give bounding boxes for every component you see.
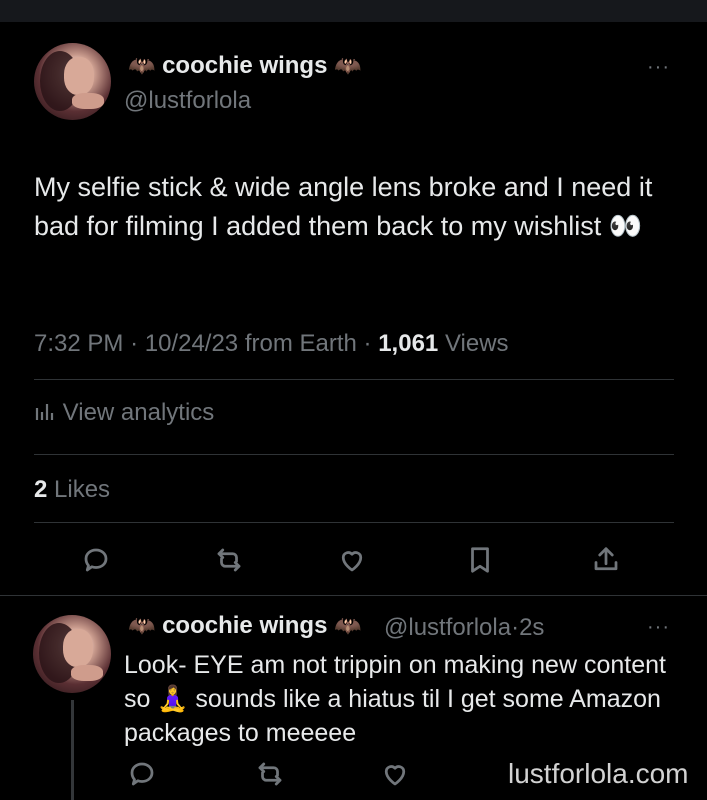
tweet-date[interactable]: 10/24/23 [145, 330, 238, 357]
bat-emoji-icon: 🦇 [334, 613, 362, 638]
reply-icon [84, 548, 108, 572]
like-button[interactable] [334, 542, 370, 578]
retweet-button[interactable] [211, 542, 247, 578]
divider [34, 454, 674, 455]
reply-text: Look- EYE am not trippin on making new c… [124, 651, 666, 747]
reply-reply-button[interactable] [124, 756, 160, 792]
reply-avatar[interactable] [33, 615, 111, 693]
reply-retweet-button[interactable] [252, 756, 288, 792]
bookmark-button[interactable] [462, 542, 498, 578]
retweet-icon [217, 548, 241, 572]
tweet-separator [0, 595, 707, 596]
bat-emoji-icon: 🦇 [334, 53, 362, 78]
reply-author-name[interactable]: 🦇 coochie wings 🦇 [128, 612, 362, 640]
thread-line [71, 700, 74, 800]
reply-icon [130, 762, 154, 786]
analytics-icon [34, 400, 56, 429]
like-icon [341, 551, 363, 572]
retweet-icon [258, 762, 282, 786]
reply-like-button[interactable] [377, 756, 413, 792]
author-handle[interactable]: @lustforlola [124, 87, 251, 115]
view-analytics-link[interactable]: View analytics [34, 399, 214, 429]
reply-more-options-button[interactable]: ··· [647, 616, 670, 639]
tweet-text: My selfie stick & wide angle lens broke … [34, 172, 653, 241]
author-name[interactable]: 🦇 coochie wings 🦇 [128, 52, 362, 80]
share-icon [594, 547, 618, 571]
author-name-text: coochie wings [162, 52, 328, 79]
likes-label: Likes [54, 476, 111, 503]
tweet-time[interactable]: 7:32 PM [34, 330, 123, 357]
likes-stat[interactable]: 2 Likes [34, 476, 110, 504]
views-count: 1,061 [378, 330, 439, 357]
more-options-button[interactable]: ··· [647, 56, 670, 79]
reply-handle-text: @lustforlola [384, 614, 512, 641]
reply-author-name-text: coochie wings [162, 612, 328, 639]
likes-count: 2 [34, 476, 48, 503]
share-button[interactable] [588, 542, 624, 578]
divider [34, 379, 674, 380]
view-analytics-label: View analytics [62, 399, 215, 426]
reply-button[interactable] [78, 542, 114, 578]
divider [34, 522, 674, 523]
reply-author-handle[interactable]: @lustforlola·2s [384, 614, 544, 642]
bat-emoji-icon: 🦇 [128, 613, 156, 638]
like-icon [384, 765, 406, 786]
views-label: Views [444, 330, 509, 357]
bat-emoji-icon: 🦇 [128, 53, 156, 78]
tweet-meta: 7:32 PM · 10/24/23 from Earth · 1,061 Vi… [34, 330, 509, 357]
avatar[interactable] [34, 43, 111, 120]
bookmark-icon [471, 547, 489, 573]
watermark-text: lustforlola.com [508, 758, 689, 789]
tweet-source: from Earth [244, 330, 357, 357]
top-bar [0, 0, 707, 22]
reply-time: 2s [519, 614, 545, 641]
